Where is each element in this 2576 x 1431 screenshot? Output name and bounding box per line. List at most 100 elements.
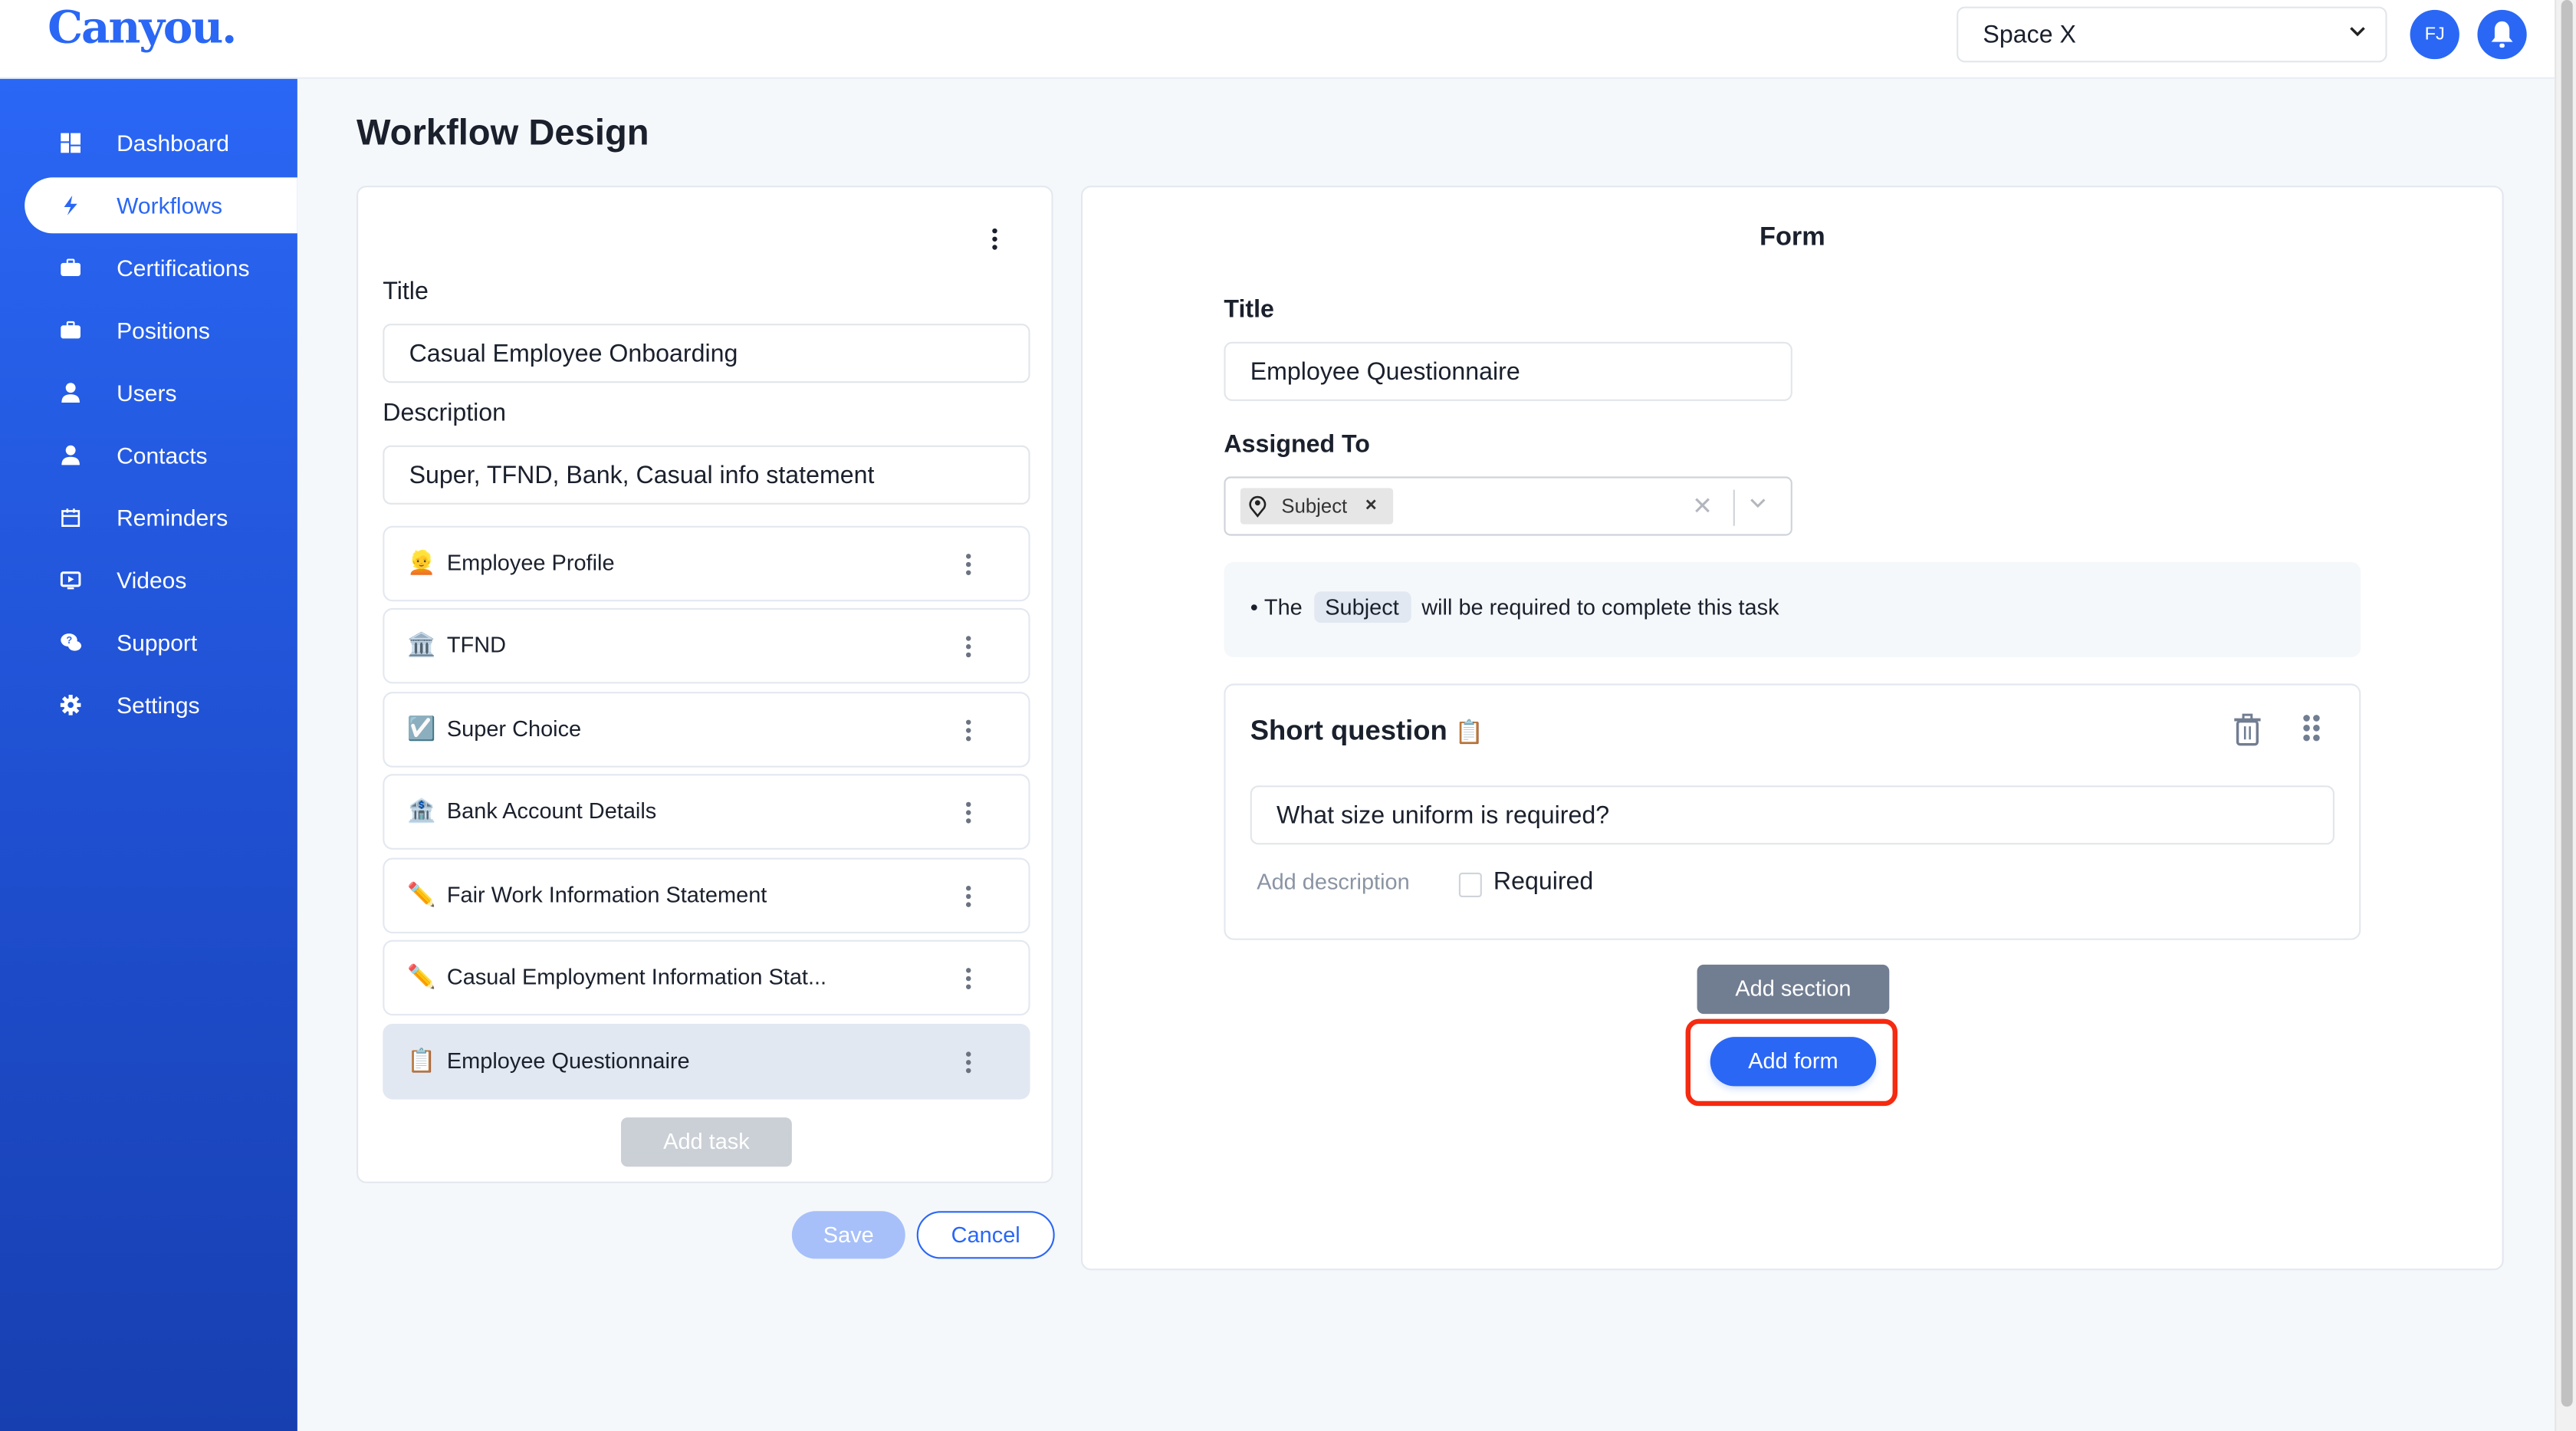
required-label[interactable]: Required	[1493, 867, 1593, 895]
remove-chip-icon[interactable]: ×	[1365, 493, 1377, 516]
sidebar-item-label: Users	[117, 379, 177, 406]
task-menu-button[interactable]	[956, 884, 979, 910]
sidebar-item-workflows[interactable]: Workflows	[25, 177, 297, 234]
bell-icon	[2491, 21, 2513, 48]
sidebar-item-positions[interactable]: Positions	[25, 302, 297, 358]
workflow-panel: Title Casual Employee Onboarding Descrip…	[356, 186, 1053, 1183]
workflow-description-label: Description	[383, 399, 507, 428]
space-select[interactable]: Space X	[1957, 6, 2387, 63]
sidebar-item-label: Certifications	[117, 255, 250, 281]
person-icon: 👱	[407, 548, 436, 575]
task-menu-button[interactable]	[956, 966, 979, 992]
trash-icon[interactable]	[2233, 713, 2262, 746]
pencil-icon: ✏️	[407, 880, 436, 907]
briefcase-icon	[61, 258, 80, 276]
check-box-icon: ☑️	[407, 715, 436, 742]
assignee-chip-label: Subject	[1281, 495, 1348, 518]
user-icon	[61, 445, 80, 465]
sidebar-item-label: Videos	[117, 567, 187, 594]
space-select-value: Space X	[1983, 21, 2076, 50]
drag-handle-icon[interactable]	[2302, 713, 2321, 743]
task-menu-button[interactable]	[956, 718, 979, 744]
task-item[interactable]: ☑️ Super Choice	[383, 692, 1030, 768]
sidebar-item-users[interactable]: Users	[25, 365, 297, 421]
task-item[interactable]: ✏️ Fair Work Information Statement	[383, 857, 1030, 934]
form-title-label: Title	[1224, 295, 1274, 324]
workflow-title-input[interactable]: Casual Employee Onboarding	[383, 324, 1030, 383]
task-name: Bank Account Details	[446, 798, 657, 824]
calendar-icon	[61, 508, 80, 527]
assignee-chip: Subject ×	[1240, 488, 1394, 525]
page-scrollbar[interactable]	[2555, 0, 2576, 1431]
chevron-down-icon[interactable]	[1748, 493, 1768, 513]
app-logo[interactable]: Canyou.	[48, 3, 237, 54]
workflow-description-input[interactable]: Super, TFND, Bank, Casual info statement	[383, 445, 1030, 505]
sidebar-item-dashboard[interactable]: Dashboard	[25, 115, 297, 171]
task-menu-button[interactable]	[956, 1050, 979, 1076]
sidebar-item-label: Support	[117, 629, 198, 656]
task-name: Super Choice	[446, 716, 582, 742]
sidebar-item-label: Settings	[117, 692, 200, 719]
sidebar-item-reminders[interactable]: Reminders	[25, 490, 297, 546]
task-name: Fair Work Information Statement	[446, 882, 767, 907]
form-heading: Form	[1760, 223, 1825, 252]
task-item[interactable]: 🏛️ TFND	[383, 607, 1030, 684]
workflow-menu-button[interactable]	[982, 227, 1005, 253]
form-title-input[interactable]: Employee Questionnaire	[1224, 341, 1792, 401]
bank-icon: 🏦	[407, 797, 436, 824]
add-section-button[interactable]: Add section	[1697, 964, 1890, 1015]
support-chat-icon: ?	[61, 633, 82, 651]
add-task-button[interactable]: Add task	[621, 1117, 792, 1167]
gear-icon	[60, 694, 81, 716]
clear-selection-icon[interactable]: ✕	[1692, 492, 1713, 521]
pencil-icon: ✏️	[407, 962, 436, 989]
assigned-to-select[interactable]: Subject × ✕	[1224, 476, 1792, 536]
svg-text:?: ?	[66, 634, 72, 646]
sidebar-item-label: Reminders	[117, 504, 228, 531]
user-avatar[interactable]: FJ	[2410, 9, 2459, 60]
cancel-button[interactable]: Cancel	[916, 1211, 1055, 1259]
add-form-button[interactable]: Add form	[1710, 1037, 1877, 1087]
top-header: Canyou. Space X FJ	[0, 0, 2555, 79]
sidebar-item-contacts[interactable]: Contacts	[25, 427, 297, 483]
clipboard-icon: 📋	[1454, 718, 1484, 745]
sidebar-item-label: Contacts	[117, 442, 208, 469]
task-item[interactable]: 🏦 Bank Account Details	[383, 774, 1030, 850]
question-text-input[interactable]: What size uniform is required?	[1250, 785, 2334, 845]
video-icon	[60, 571, 81, 590]
save-button[interactable]: Save	[791, 1211, 905, 1259]
user-icon	[61, 383, 80, 403]
dashboard-icon	[61, 133, 80, 153]
bolt-icon	[64, 195, 77, 215]
sidebar-item-videos[interactable]: Videos	[25, 552, 297, 608]
scrollbar-thumb[interactable]	[2561, 0, 2573, 1407]
sidebar: Dashboard Workflows Certifications Posit…	[0, 78, 297, 1431]
form-panel: Form Title Employee Questionnaire Assign…	[1081, 186, 2504, 1271]
task-item-selected[interactable]: 📋 Employee Questionnaire	[383, 1024, 1030, 1100]
task-menu-button[interactable]	[956, 552, 979, 578]
task-name: TFND	[446, 633, 506, 658]
task-menu-button[interactable]	[956, 634, 979, 660]
sidebar-item-certifications[interactable]: Certifications	[25, 240, 297, 296]
task-menu-button[interactable]	[956, 801, 979, 827]
sidebar-item-label: Dashboard	[117, 130, 229, 156]
question-type-label: Short question	[1250, 715, 1447, 746]
sidebar-item-settings[interactable]: Settings	[25, 677, 297, 733]
info-suffix: will be required to complete this task	[1421, 594, 1779, 620]
workflow-title-label: Title	[383, 278, 429, 306]
task-item[interactable]: ✏️ Casual Employment Information Stat...	[383, 939, 1030, 1016]
assigned-to-label: Assigned To	[1224, 430, 1370, 459]
info-prefix: The	[1263, 594, 1303, 620]
add-description-link[interactable]: Add description	[1257, 870, 1409, 894]
required-checkbox[interactable]	[1458, 872, 1482, 897]
select-separator	[1733, 489, 1735, 526]
notifications-button[interactable]	[2477, 9, 2527, 60]
page-title: Workflow Design	[356, 111, 649, 153]
task-item[interactable]: 👱 Employee Profile	[383, 525, 1030, 602]
sidebar-item-support[interactable]: ? Support	[25, 614, 297, 670]
location-pin-icon	[1249, 495, 1267, 518]
task-name: Employee Profile	[446, 550, 615, 575]
question-card: Short question 📋 What size uniform is re…	[1224, 683, 2361, 940]
classical-building-icon: 🏛️	[407, 630, 436, 658]
question-type-title: Short question 📋	[1250, 715, 1484, 748]
